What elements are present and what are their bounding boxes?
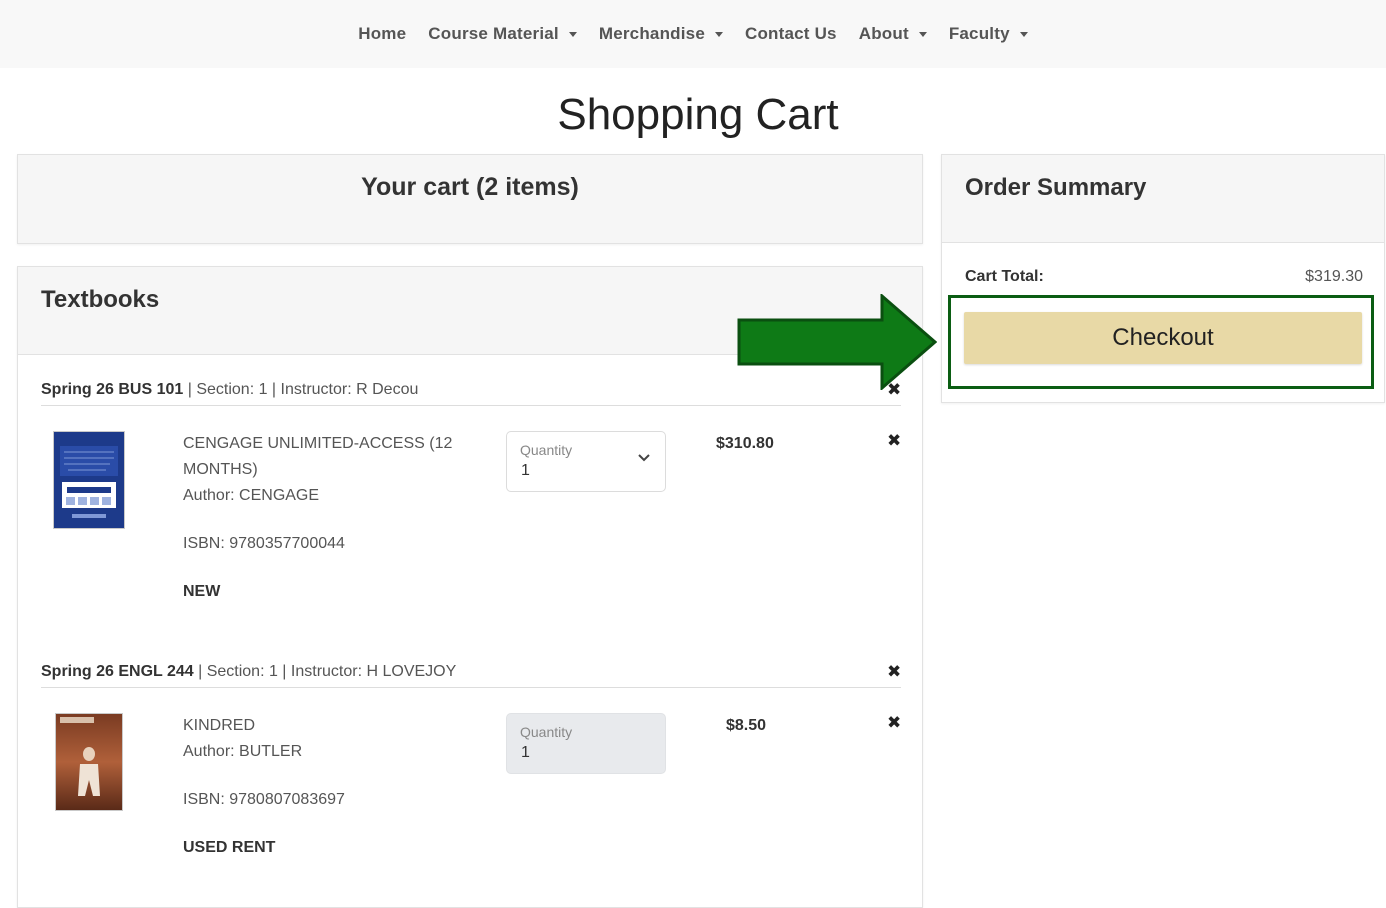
book-isbn: ISBN: 9780807083697	[183, 791, 345, 808]
course-section-header: Spring 26 ENGL 244 | Section: 1 | Instru…	[41, 653, 901, 688]
caret-down-icon	[1019, 31, 1028, 37]
quantity-field-readonly: Quantity 1	[506, 713, 666, 774]
nav-item-contact-us[interactable]: Contact Us	[734, 24, 848, 44]
nav-item-label: Home	[358, 24, 407, 43]
quantity-select[interactable]: Quantity 1	[506, 431, 666, 492]
book-title: CENGAGE UNLIMITED-ACCESS (12 MONTHS)	[183, 435, 453, 478]
nav-item-home[interactable]: Home	[347, 24, 417, 44]
caret-down-icon	[918, 31, 927, 37]
book-cover-image	[55, 713, 123, 811]
book-author: Author: BUTLER	[183, 743, 303, 760]
nav-item-merchandise[interactable]: Merchandise	[588, 24, 734, 44]
chevron-down-icon	[637, 450, 651, 468]
nav-item-about[interactable]: About	[848, 24, 938, 44]
book-condition: USED RENT	[183, 839, 276, 856]
book-cover-image	[53, 431, 125, 529]
quantity-value: 1	[521, 744, 530, 761]
book-author: Author: CENGAGE	[183, 487, 320, 504]
quantity-label: Quantity	[520, 724, 573, 740]
remove-section-x-icon[interactable]: ✖	[887, 662, 901, 682]
caret-down-icon	[714, 31, 723, 37]
order-summary-heading: Order Summary	[965, 174, 1147, 201]
nav-item-label: About	[858, 24, 909, 43]
nav-item-course-material[interactable]: Course Material	[417, 24, 588, 44]
checkout-button[interactable]: Checkout	[964, 312, 1362, 364]
course-section-text: Spring 26 ENGL 244 | Section: 1 | Instru…	[41, 663, 456, 681]
textbooks-heading: Textbooks	[41, 286, 160, 313]
book-title: KINDRED	[183, 717, 256, 734]
remove-item-x-icon[interactable]: ✖	[887, 431, 901, 451]
course-section-details: | Section: 1 | Instructor: R Decou	[183, 381, 419, 398]
cart-total-label: Cart Total:	[965, 268, 1044, 285]
nav-item-label: Course Material	[428, 24, 559, 43]
course-section-text: Spring 26 BUS 101 | Section: 1 | Instruc…	[41, 381, 418, 399]
cart-header-panel: Your cart (2 items)	[17, 154, 923, 244]
course-code: Spring 26 ENGL 244	[41, 663, 194, 680]
order-summary-header: Order Summary	[942, 155, 1384, 243]
caret-down-icon	[568, 31, 577, 37]
course-section-details: | Section: 1 | Instructor: H LOVEJOY	[193, 663, 457, 680]
nav-item-faculty[interactable]: Faculty	[938, 24, 1039, 44]
page-title: Shopping Cart	[557, 90, 839, 139]
course-code: Spring 26 BUS 101	[41, 381, 184, 398]
top-navbar: Home Course Material Merchandise Contact…	[0, 0, 1386, 68]
quantity-value: 1	[521, 462, 530, 479]
remove-item-x-icon[interactable]: ✖	[887, 713, 901, 733]
nav-menu: Home Course Material Merchandise Contact…	[0, 0, 1386, 68]
book-isbn: ISBN: 9780357700044	[183, 535, 345, 552]
nav-item-label: Faculty	[948, 24, 1010, 43]
book-condition: NEW	[183, 583, 221, 600]
arrow-right-icon	[737, 292, 938, 395]
nav-item-label: Contact Us	[744, 24, 837, 43]
quantity-label: Quantity	[520, 442, 573, 458]
cart-total-value: $319.30	[1305, 268, 1363, 285]
book-price: $8.50	[726, 717, 767, 734]
nav-item-label: Merchandise	[598, 24, 705, 43]
cart-count-heading: Your cart (2 items)	[361, 173, 579, 201]
book-price: $310.80	[716, 435, 774, 452]
